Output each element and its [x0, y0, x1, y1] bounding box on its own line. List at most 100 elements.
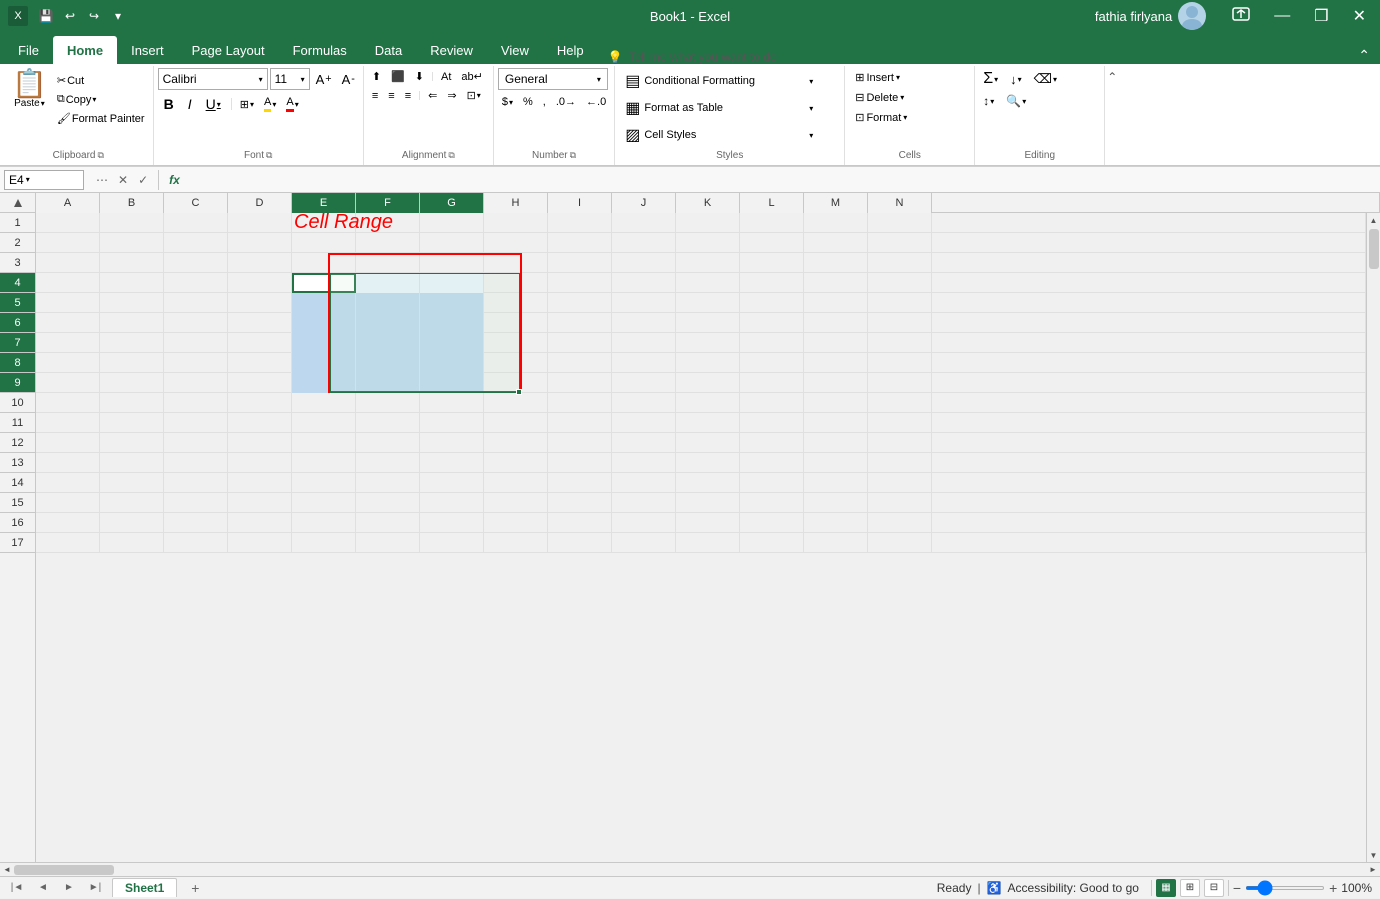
cell-G17[interactable] [420, 533, 484, 553]
cell-G9[interactable] [420, 373, 484, 393]
cell-D7[interactable] [228, 333, 292, 353]
cell-J2[interactable] [612, 233, 676, 253]
col-header-I[interactable]: I [548, 193, 612, 213]
cell-H1[interactable] [484, 213, 548, 233]
cell-E11[interactable] [292, 413, 356, 433]
cell-D13[interactable] [228, 453, 292, 473]
cell-F14[interactable] [356, 473, 420, 493]
cell-N14[interactable] [868, 473, 932, 493]
cell-L1[interactable] [740, 213, 804, 233]
cell-M10[interactable] [804, 393, 868, 413]
cell-F4[interactable] [356, 273, 420, 293]
cell-I3[interactable] [548, 253, 612, 273]
cell-N11[interactable] [868, 413, 932, 433]
restore-button[interactable]: ❒ [1308, 4, 1334, 28]
selection-resize-handle[interactable] [516, 389, 522, 395]
cell-G5[interactable] [420, 293, 484, 313]
cell-L17[interactable] [740, 533, 804, 553]
clipboard-expand-icon[interactable]: ⧉ [97, 150, 103, 161]
cell-H17[interactable] [484, 533, 548, 553]
number-format-dropdown[interactable]: General ▾ [498, 68, 608, 90]
row-num-9[interactable]: 9 [0, 373, 35, 393]
cell-I9[interactable] [548, 373, 612, 393]
cell-A12[interactable] [36, 433, 100, 453]
zoom-in-button[interactable]: + [1329, 880, 1337, 896]
format-painter-button[interactable]: 🖌 Format Painter [53, 110, 149, 127]
cell-H5[interactable] [484, 293, 548, 313]
cell-F3[interactable] [356, 253, 420, 273]
row-num-3[interactable]: 3 [0, 253, 35, 273]
cell-I13[interactable] [548, 453, 612, 473]
cell-G11[interactable] [420, 413, 484, 433]
cell-B10[interactable] [100, 393, 164, 413]
cell-M9[interactable] [804, 373, 868, 393]
cell-D14[interactable] [228, 473, 292, 493]
cell-G10[interactable] [420, 393, 484, 413]
cell-H4[interactable] [484, 273, 548, 293]
cell-I16[interactable] [548, 513, 612, 533]
col-header-H[interactable]: H [484, 193, 548, 213]
cell-N16[interactable] [868, 513, 932, 533]
cell-F11[interactable] [356, 413, 420, 433]
cell-N4[interactable] [868, 273, 932, 293]
row-num-15[interactable]: 15 [0, 493, 35, 513]
font-size-dropdown[interactable]: 11 ▾ [270, 68, 310, 90]
cell-J10[interactable] [612, 393, 676, 413]
cell-N15[interactable] [868, 493, 932, 513]
cell-E9[interactable] [292, 373, 356, 393]
minimize-button[interactable]: — [1268, 5, 1296, 27]
font-name-dropdown[interactable]: Calibri ▾ [158, 68, 268, 90]
cancel-formula-button[interactable]: ✕ [114, 171, 132, 189]
font-expand-icon[interactable]: ⧉ [266, 150, 272, 161]
cell-K11[interactable] [676, 413, 740, 433]
cell-H16[interactable] [484, 513, 548, 533]
merge-cells-button[interactable]: ⊡▾ [463, 87, 485, 104]
redo-button[interactable]: ↪ [84, 6, 104, 26]
cell-K16[interactable] [676, 513, 740, 533]
sort-filter-button[interactable]: ↕▾ [979, 92, 998, 110]
cell-styles-button[interactable]: ▨ Cell Styles ▾ [619, 122, 819, 148]
cell-D12[interactable] [228, 433, 292, 453]
cell-C1[interactable] [164, 213, 228, 233]
cell-B9[interactable] [100, 373, 164, 393]
h-scroll-track[interactable] [14, 865, 1366, 875]
cell-B8[interactable] [100, 353, 164, 373]
cell-extra-17[interactable] [932, 533, 1366, 553]
cell-M3[interactable] [804, 253, 868, 273]
cell-C12[interactable] [164, 433, 228, 453]
cell-H2[interactable] [484, 233, 548, 253]
grow-font-button[interactable]: A+ [312, 70, 336, 89]
col-header-D[interactable]: D [228, 193, 292, 213]
clear-button[interactable]: ⌫▾ [1030, 69, 1061, 89]
tab-insert[interactable]: Insert [117, 36, 178, 64]
nav-next-sheet[interactable]: ► [60, 879, 78, 897]
row-num-16[interactable]: 16 [0, 513, 35, 533]
cell-B16[interactable] [100, 513, 164, 533]
cell-C13[interactable] [164, 453, 228, 473]
cell-E3[interactable] [292, 253, 356, 273]
cell-K3[interactable] [676, 253, 740, 273]
cell-N7[interactable] [868, 333, 932, 353]
format-as-table-button[interactable]: ▦ Format as Table ▾ [619, 95, 819, 121]
decrease-indent-button[interactable]: ⇐ [424, 87, 441, 104]
cell-C17[interactable] [164, 533, 228, 553]
h-scroll-thumb[interactable] [14, 865, 114, 875]
align-right-button[interactable]: ≡ [401, 87, 415, 104]
cell-H12[interactable] [484, 433, 548, 453]
cell-K8[interactable] [676, 353, 740, 373]
col-header-F[interactable]: F [356, 193, 420, 213]
cell-B4[interactable] [100, 273, 164, 293]
col-header-B[interactable]: B [100, 193, 164, 213]
cell-K14[interactable] [676, 473, 740, 493]
copy-button[interactable]: ⧉ Copy ▾ [53, 91, 149, 108]
cell-F1[interactable] [356, 213, 420, 233]
cell-extra-5[interactable] [932, 293, 1366, 313]
cell-extra-7[interactable] [932, 333, 1366, 353]
cell-H10[interactable] [484, 393, 548, 413]
tab-view[interactable]: View [487, 36, 543, 64]
cell-A3[interactable] [36, 253, 100, 273]
page-break-view-button[interactable]: ⊟ [1204, 879, 1224, 897]
cell-extra-2[interactable] [932, 233, 1366, 253]
cell-N17[interactable] [868, 533, 932, 553]
cell-E5[interactable] [292, 293, 356, 313]
